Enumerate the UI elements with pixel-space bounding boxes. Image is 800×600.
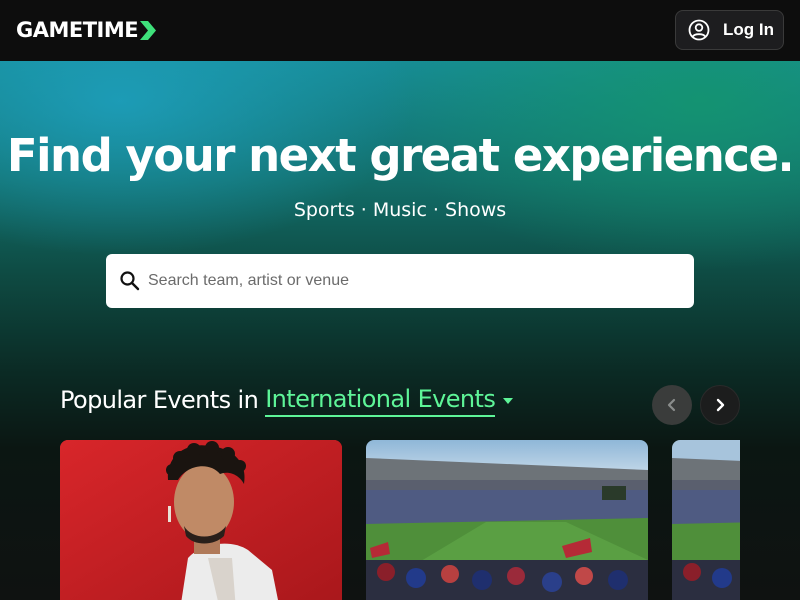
event-card[interactable] [366, 440, 648, 600]
chevron-left-icon [667, 398, 676, 412]
stadium-crowd-image [672, 440, 740, 600]
search-input[interactable] [148, 266, 678, 296]
stadium-crowd-image [366, 440, 648, 600]
gametime-logo[interactable]: GAMETIME [16, 17, 157, 43]
hero-title: Find your next great experience. [6, 129, 795, 182]
section-title: Popular Events in [60, 386, 259, 414]
chevron-right-icon [716, 398, 725, 412]
event-card[interactable] [672, 440, 740, 600]
event-carousel [60, 440, 740, 600]
carousel-prev-button[interactable] [652, 385, 692, 425]
popular-events-header: Popular Events in International Events [60, 382, 514, 418]
login-label: Log In [723, 20, 774, 39]
event-card[interactable] [60, 440, 342, 600]
user-circle-icon [688, 19, 710, 41]
hero-subtitle: Sports · Music · Shows [293, 199, 507, 221]
search-icon [120, 271, 140, 291]
login-button[interactable]: Log In [675, 10, 784, 50]
caret-down-icon [503, 398, 514, 404]
region-dropdown[interactable]: International Events [265, 383, 514, 417]
top-navigation-bar: GAMETIME Log In [0, 0, 800, 61]
logo-text: GAMETIME [16, 18, 139, 42]
carousel-next-button[interactable] [700, 385, 740, 425]
artist-portrait-image [60, 440, 342, 600]
logo-chevron-icon [140, 20, 157, 40]
search-bar[interactable] [106, 254, 694, 308]
region-dropdown-label: International Events [265, 383, 496, 417]
